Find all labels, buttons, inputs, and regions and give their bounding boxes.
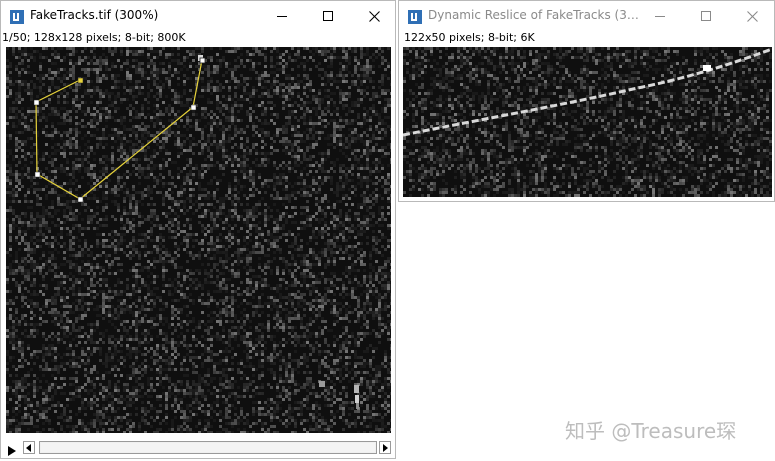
play-icon bbox=[7, 445, 17, 457]
chevron-left-icon bbox=[26, 444, 32, 452]
imagej-icon bbox=[10, 9, 24, 23]
slice-scrollbar-track[interactable] bbox=[39, 441, 377, 454]
imagej-icon bbox=[408, 9, 422, 23]
roi-handle[interactable] bbox=[34, 100, 39, 105]
maximize-icon bbox=[701, 11, 712, 22]
minimize-icon bbox=[655, 11, 666, 22]
roi-handle-start[interactable] bbox=[78, 78, 83, 83]
image-info: 1/50; 128x128 pixels; 8-bit; 800K bbox=[1, 31, 186, 46]
track-spot bbox=[703, 65, 711, 71]
chevron-right-icon bbox=[382, 444, 388, 452]
play-button[interactable] bbox=[7, 442, 17, 454]
roi-handle-end[interactable] bbox=[200, 58, 205, 63]
scroll-right-button[interactable] bbox=[379, 441, 391, 454]
reslice-window: Dynamic Reslice of FakeTracks (3… 122x50… bbox=[398, 0, 775, 202]
title-bar[interactable]: FakeTracks.tif (300%) bbox=[1, 1, 395, 31]
minimize-button[interactable] bbox=[637, 1, 683, 31]
roi-handle[interactable] bbox=[78, 197, 83, 202]
minimize-button[interactable] bbox=[259, 1, 305, 31]
minimize-icon bbox=[277, 11, 288, 22]
close-button[interactable] bbox=[351, 1, 397, 31]
image-info: 122x50 pixels; 8-bit; 6K bbox=[403, 31, 535, 46]
window-title: FakeTracks.tif (300%) bbox=[30, 8, 158, 22]
window-title: Dynamic Reslice of FakeTracks (3… bbox=[428, 8, 638, 22]
stack-slider bbox=[1, 438, 395, 458]
roi-handle[interactable] bbox=[35, 172, 40, 177]
close-icon bbox=[369, 11, 380, 22]
maximize-button[interactable] bbox=[305, 1, 351, 31]
faketracks-window: FakeTracks.tif (300%) 1/50; 128x128 pixe… bbox=[0, 0, 396, 459]
title-bar[interactable]: Dynamic Reslice of FakeTracks (3… bbox=[399, 1, 774, 31]
maximize-icon bbox=[323, 11, 334, 22]
close-icon bbox=[747, 11, 758, 22]
reslice-canvas[interactable] bbox=[403, 47, 772, 197]
roi-handle[interactable] bbox=[191, 105, 196, 110]
close-button[interactable] bbox=[729, 1, 775, 31]
watermark: 知乎 @Treasure琛 bbox=[565, 415, 736, 444]
image-canvas[interactable] bbox=[6, 47, 391, 433]
maximize-button[interactable] bbox=[683, 1, 729, 31]
scroll-left-button[interactable] bbox=[23, 441, 35, 454]
slice-scrollbar-thumb[interactable] bbox=[41, 443, 375, 452]
